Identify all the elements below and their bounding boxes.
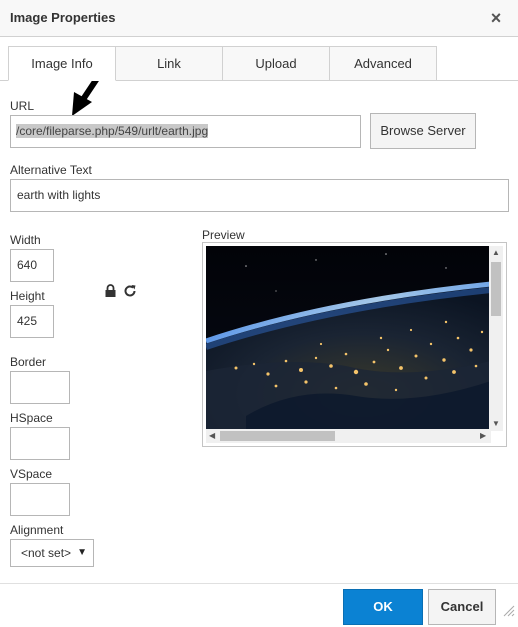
lock-icon[interactable] bbox=[104, 284, 117, 298]
url-label: URL bbox=[10, 99, 35, 113]
cancel-button[interactable]: Cancel bbox=[428, 589, 496, 625]
close-icon[interactable]: × bbox=[488, 8, 504, 28]
height-input[interactable]: 425 bbox=[10, 305, 54, 338]
tab-image-info[interactable]: Image Info bbox=[8, 46, 116, 81]
preview-panel: ▲ ▼ ◀ ▶ bbox=[202, 242, 507, 447]
dialog-titlebar: Image Properties × bbox=[0, 0, 518, 37]
resize-handle-icon[interactable] bbox=[503, 605, 515, 617]
alignment-label: Alignment bbox=[10, 523, 64, 537]
width-input[interactable]: 640 bbox=[10, 249, 54, 282]
vertical-scroll-thumb[interactable] bbox=[491, 262, 501, 316]
reset-size-icon[interactable] bbox=[123, 284, 137, 298]
height-label: Height bbox=[10, 289, 45, 303]
vspace-label: VSpace bbox=[10, 467, 53, 481]
border-label: Border bbox=[10, 355, 47, 369]
alignment-select[interactable]: <not set> ▼ bbox=[10, 539, 94, 567]
alt-text-input[interactable]: earth with lights bbox=[10, 179, 509, 212]
chevron-down-icon: ▼ bbox=[77, 547, 87, 558]
tab-link[interactable]: Link bbox=[115, 46, 223, 81]
tab-upload[interactable]: Upload bbox=[222, 46, 330, 81]
scroll-down-icon[interactable]: ▼ bbox=[492, 419, 500, 429]
browse-server-button[interactable]: Browse Server bbox=[370, 113, 476, 149]
hspace-label: HSpace bbox=[10, 411, 53, 425]
alt-text-label: Alternative Text bbox=[10, 163, 92, 177]
url-input[interactable]: /core/fileparse.php/549/urlt/earth.jpg bbox=[10, 115, 361, 148]
alignment-selected-value: <not set> bbox=[21, 546, 72, 560]
image-properties-dialog: Image Properties × Image Info Link Uploa… bbox=[0, 0, 518, 627]
dialog-title: Image Properties bbox=[10, 10, 116, 25]
tab-advanced[interactable]: Advanced bbox=[329, 46, 437, 81]
earth-at-night-image bbox=[206, 246, 491, 431]
url-value: /core/fileparse.php/549/urlt/earth.jpg bbox=[16, 124, 209, 138]
border-input[interactable] bbox=[10, 371, 70, 404]
scroll-left-icon[interactable]: ◀ bbox=[209, 431, 215, 441]
horizontal-scroll-thumb[interactable] bbox=[220, 431, 335, 441]
preview-horizontal-scrollbar[interactable]: ◀ ▶ bbox=[206, 429, 491, 443]
ok-button[interactable]: OK bbox=[343, 589, 423, 625]
width-label: Width bbox=[10, 233, 41, 247]
scroll-right-icon[interactable]: ▶ bbox=[480, 431, 486, 441]
scroll-up-icon[interactable]: ▲ bbox=[492, 248, 500, 258]
preview-vertical-scrollbar[interactable]: ▲ ▼ bbox=[489, 246, 503, 431]
preview-label: Preview bbox=[202, 228, 245, 242]
vspace-input[interactable] bbox=[10, 483, 70, 516]
hspace-input[interactable] bbox=[10, 427, 70, 460]
